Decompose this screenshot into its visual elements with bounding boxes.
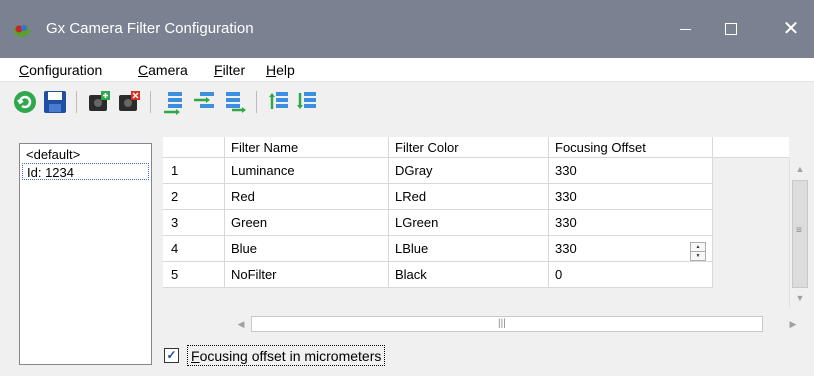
close-button[interactable]: ✕ (768, 0, 814, 58)
delete-camera-icon[interactable] (116, 89, 142, 115)
minimize-button[interactable] (662, 0, 708, 58)
add-camera-icon[interactable] (86, 89, 112, 115)
spin-up-icon[interactable]: ▲ (691, 243, 705, 252)
column-header-filter-color[interactable]: Filter Color (389, 137, 549, 158)
camera-list-item-selected[interactable]: Id: 1234 (22, 163, 149, 180)
cell-filter-name[interactable]: Green (225, 210, 389, 236)
camera-list-item-default[interactable]: <default> (22, 146, 149, 163)
scroll-left-icon[interactable]: ◀ (233, 316, 249, 332)
move-filter-down-icon[interactable] (294, 89, 320, 115)
offset-spinner[interactable]: ▲ ▼ (690, 242, 706, 261)
app-icon (14, 25, 30, 37)
column-header-focusing-offset[interactable]: Focusing Offset (549, 137, 713, 158)
menu-configuration[interactable]: Configuration (19, 62, 102, 78)
focusing-offset-checkbox[interactable]: ✓ (164, 348, 179, 363)
title-bar: Gx Camera Filter Configuration ✕ (0, 0, 814, 58)
vertical-scrollbar[interactable]: ▲ ≡ ▼ (789, 158, 809, 308)
row-header[interactable]: 3 (163, 210, 225, 236)
cell-filter-name[interactable]: Blue (225, 236, 389, 262)
scroll-down-icon[interactable]: ▼ (792, 290, 808, 306)
toolbar (0, 83, 814, 121)
cell-focusing-offset[interactable]: 330 (549, 158, 713, 184)
scroll-right-icon[interactable]: ▶ (785, 316, 801, 332)
cell-filter-color[interactable]: LBlue (389, 236, 549, 262)
column-header-filter-name[interactable]: Filter Name (225, 137, 389, 158)
cell-filter-name[interactable]: Luminance (225, 158, 389, 184)
toolbar-separator (76, 91, 77, 113)
menu-bar: Configuration Camera Filter Help (0, 58, 814, 82)
cell-filter-color[interactable]: LGreen (389, 210, 549, 236)
toolbar-separator (256, 91, 257, 113)
grid-corner (163, 137, 225, 158)
minimize-icon (679, 28, 691, 30)
cell-focusing-offset[interactable]: 330 (549, 210, 713, 236)
close-icon: ✕ (782, 18, 800, 40)
grip-icon: ≡ (796, 225, 802, 236)
menu-filter[interactable]: Filter (214, 62, 245, 78)
insert-filter-icon[interactable] (192, 89, 218, 115)
add-filter-icon[interactable] (162, 89, 188, 115)
focusing-offset-label[interactable]: Focusing offset in micrometers (187, 345, 386, 366)
window-title: Gx Camera Filter Configuration (46, 20, 254, 37)
row-header[interactable]: 2 (163, 184, 225, 210)
refresh-icon[interactable] (12, 89, 38, 115)
menu-help[interactable]: Help (266, 62, 295, 78)
cell-focusing-offset-editing[interactable]: 330 (549, 236, 713, 262)
horizontal-scroll-thumb[interactable]: ||| (251, 316, 763, 332)
cell-filter-color[interactable]: LRed (389, 184, 549, 210)
spin-down-icon[interactable]: ▼ (691, 252, 705, 261)
scroll-up-icon[interactable]: ▲ (792, 161, 808, 177)
cell-filter-name[interactable]: NoFilter (225, 262, 389, 288)
horizontal-scrollbar[interactable]: ◀ ||| ▶ (231, 314, 805, 334)
move-filter-up-icon[interactable] (266, 89, 292, 115)
save-icon[interactable] (42, 89, 68, 115)
maximize-button[interactable] (708, 0, 754, 58)
row-header[interactable]: 1 (163, 158, 225, 184)
toolbar-separator (150, 91, 151, 113)
camera-list[interactable]: <default> Id: 1234 (19, 143, 152, 365)
maximize-icon (725, 23, 737, 35)
vertical-scroll-thumb[interactable]: ≡ (792, 180, 808, 288)
grid-header-filler (713, 137, 789, 158)
row-header[interactable]: 5 (163, 262, 225, 288)
grip-icon: ||| (498, 318, 506, 329)
cell-filter-color[interactable]: DGray (389, 158, 549, 184)
menu-camera[interactable]: Camera (138, 62, 188, 78)
cell-filter-color[interactable]: Black (389, 262, 549, 288)
cell-focusing-offset[interactable]: 0 (549, 262, 713, 288)
cell-focusing-offset[interactable]: 330 (549, 184, 713, 210)
cell-filter-name[interactable]: Red (225, 184, 389, 210)
append-filter-icon[interactable] (222, 89, 248, 115)
row-header[interactable]: 4 (163, 236, 225, 262)
